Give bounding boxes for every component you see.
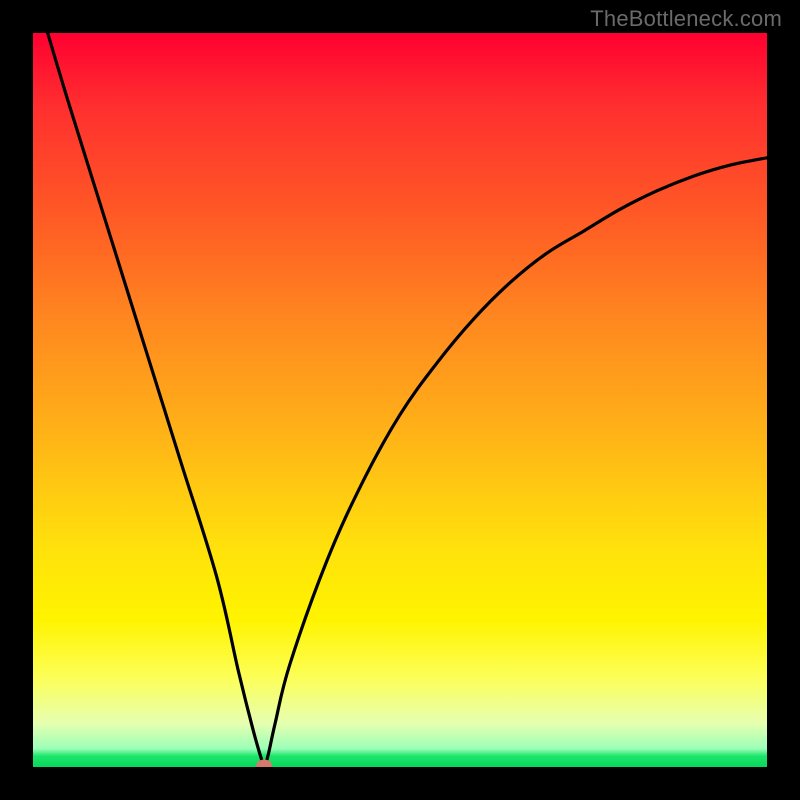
minimum-marker (256, 760, 272, 768)
bottleneck-curve (48, 33, 767, 766)
plot-area (33, 33, 767, 767)
chart-frame: TheBottleneck.com (0, 0, 800, 800)
chart-svg (33, 33, 767, 767)
watermark-text: TheBottleneck.com (590, 6, 782, 32)
